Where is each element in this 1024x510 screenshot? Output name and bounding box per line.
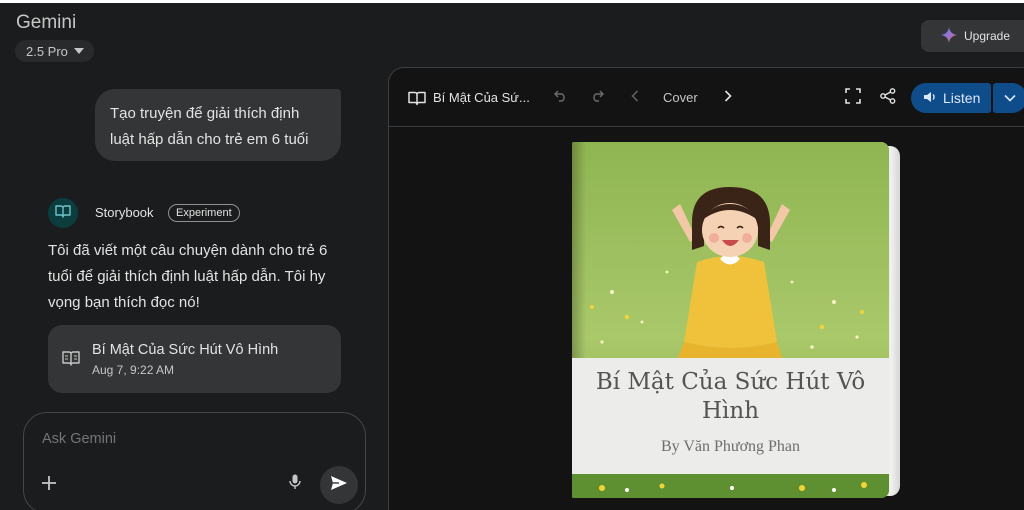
prompt-input[interactable] — [42, 431, 322, 447]
fullscreen-icon — [845, 87, 861, 109]
app-title: Gemini — [16, 12, 77, 33]
sparkle-icon — [941, 26, 957, 46]
fullscreen-button[interactable] — [843, 87, 863, 109]
viewer-doc-title: Bí Mật Của Sứ... — [433, 90, 530, 105]
book-icon — [407, 88, 427, 108]
story-card-title: Bí Mật Của Sức Hút Vô Hình — [92, 342, 279, 358]
mic-icon — [289, 474, 301, 495]
volume-icon — [923, 90, 937, 106]
story-card-date: Aug 7, 9:22 AM — [92, 363, 175, 377]
top-border — [0, 0, 1024, 3]
model-selector[interactable]: 2.5 Pro — [15, 40, 94, 62]
caret-down-icon — [73, 48, 84, 54]
prompt-box — [23, 412, 366, 510]
add-button[interactable] — [38, 474, 60, 496]
storybook-viewer: Bí Mật Của Sứ... Cover Listen Bí Mật Của… — [388, 67, 1024, 510]
viewer-toolbar: Bí Mật Của Sứ... Cover Listen — [389, 68, 1024, 127]
upgrade-label: Upgrade — [964, 29, 1011, 43]
agent-name: Storybook — [95, 205, 154, 220]
next-page-button[interactable] — [718, 88, 738, 108]
book-icon — [62, 350, 80, 371]
send-icon — [330, 475, 348, 496]
plus-icon — [41, 475, 57, 496]
chevron-left-icon — [631, 89, 639, 107]
upgrade-button[interactable]: Upgrade — [921, 20, 1024, 52]
story-card[interactable]: Bí Mật Của Sức Hút Vô Hình Aug 7, 9:22 A… — [48, 325, 341, 393]
page-label: Cover — [663, 90, 698, 105]
book-author: By Văn Phương Phan — [660, 438, 801, 455]
share-button[interactable] — [878, 87, 898, 109]
share-icon — [880, 87, 896, 109]
chevron-down-icon — [1004, 89, 1016, 107]
redo-icon — [590, 89, 604, 107]
mic-button[interactable] — [284, 473, 306, 495]
chevron-right-icon — [724, 89, 732, 107]
storybook-avatar — [48, 198, 78, 228]
listen-options-button[interactable] — [993, 83, 1024, 113]
user-message: Tạo truyện để giải thích định luật hấp d… — [95, 89, 341, 161]
undo-button[interactable] — [551, 88, 571, 108]
send-button[interactable] — [320, 466, 358, 504]
listen-button[interactable]: Listen — [911, 83, 991, 113]
cover-art: Bí Mật Của Sức Hút Vô Hình By Văn Phương… — [572, 142, 889, 498]
response-text: Tôi đã viết một câu chuyện dành cho trẻ … — [48, 242, 328, 311]
book-icon — [55, 204, 71, 223]
book-cover[interactable]: Bí Mật Của Sức Hút Vô Hình By Văn Phương… — [572, 142, 900, 498]
listen-label: Listen — [943, 90, 981, 106]
book-title: Bí Mật Của Sức Hút Vô Hình — [595, 369, 866, 424]
previous-page-button[interactable] — [625, 88, 645, 108]
experiment-badge: Experiment — [168, 204, 240, 222]
redo-button[interactable] — [587, 88, 607, 108]
model-label: 2.5 Pro — [26, 43, 68, 59]
undo-icon — [554, 89, 568, 107]
